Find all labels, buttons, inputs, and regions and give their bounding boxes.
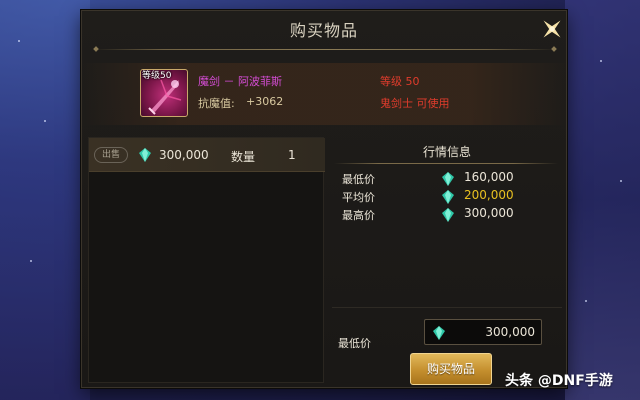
buy-item-dialog: 购买物品 等级50 魔剑 － 阿波菲斯 抗魔值: +3062 等级 50 鬼剑士… bbox=[81, 10, 568, 388]
average-price-value: 200,000 bbox=[464, 188, 514, 202]
min-price-divider bbox=[332, 307, 562, 308]
watermark: 头条 @DNF手游 bbox=[505, 373, 613, 389]
item-icon[interactable]: 等级50 bbox=[140, 69, 188, 117]
gem-icon bbox=[442, 190, 454, 204]
listing-list: 出售 300,000 数量 1 bbox=[88, 137, 325, 383]
lowest-price-label: 最低价 bbox=[342, 173, 375, 186]
item-stat-label: 抗魔值: bbox=[198, 97, 235, 110]
average-price-label: 平均价 bbox=[342, 191, 375, 204]
min-price-input[interactable]: 300,000 bbox=[424, 319, 542, 345]
market-info-divider bbox=[334, 163, 558, 164]
star bbox=[600, 60, 602, 62]
sell-badge: 出售 bbox=[94, 147, 128, 163]
close-icon bbox=[543, 20, 561, 38]
listing-quantity-label: 数量 bbox=[231, 150, 256, 164]
star bbox=[18, 40, 20, 42]
close-button[interactable] bbox=[537, 14, 567, 44]
highest-price-value: 300,000 bbox=[464, 206, 514, 220]
background-left bbox=[0, 0, 90, 400]
market-info-panel: 行情信息 最低价 160,000 平均价 200,000 最高价 300,000… bbox=[332, 137, 562, 383]
gem-icon bbox=[442, 172, 454, 186]
star bbox=[620, 180, 622, 182]
star bbox=[44, 120, 46, 122]
item-class-requirement: 鬼剑士 可使用 bbox=[380, 97, 450, 110]
highest-price-label: 最高价 bbox=[342, 209, 375, 222]
background-right bbox=[565, 0, 640, 400]
gem-icon bbox=[139, 148, 151, 162]
item-level-tag: 等级50 bbox=[142, 71, 172, 81]
listing-quantity: 1 bbox=[288, 148, 296, 162]
star bbox=[585, 300, 587, 302]
lowest-price-value: 160,000 bbox=[464, 170, 514, 184]
listing-row[interactable]: 出售 300,000 数量 1 bbox=[89, 138, 325, 172]
item-name: 魔剑 － 阿波菲斯 bbox=[198, 75, 282, 88]
dialog-title: 购买物品 bbox=[289, 21, 358, 40]
min-price-label: 最低价 bbox=[338, 337, 371, 350]
buy-item-button[interactable]: 购买物品 bbox=[410, 353, 492, 385]
min-price-value: 300,000 bbox=[485, 325, 535, 339]
gem-icon bbox=[433, 326, 445, 340]
item-stat-value: +3062 bbox=[246, 95, 284, 108]
market-info-title: 行情信息 bbox=[422, 145, 471, 159]
listing-price: 300,000 bbox=[159, 148, 209, 162]
title-divider bbox=[94, 49, 556, 50]
item-level-requirement: 等级 50 bbox=[380, 75, 420, 88]
star bbox=[30, 260, 32, 262]
gem-icon bbox=[442, 208, 454, 222]
